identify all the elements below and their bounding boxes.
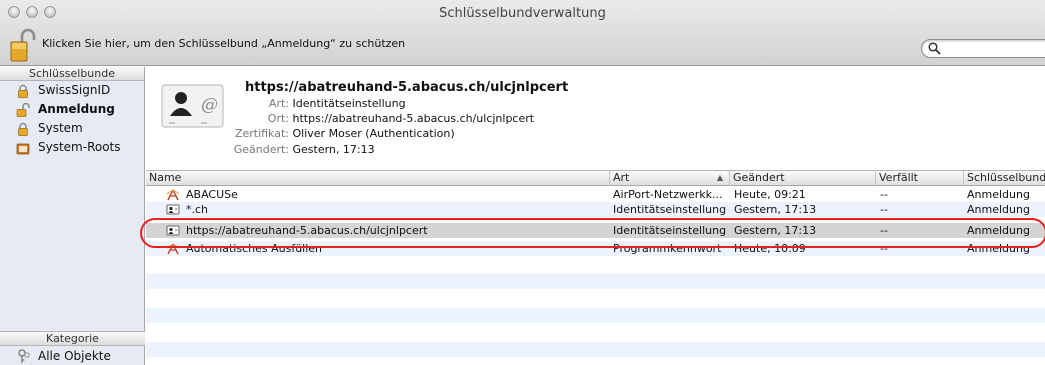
items-table: Name Art ▲ Geändert Verfällt Schlüsselbu…	[146, 171, 1045, 365]
sidebar-item-system-roots[interactable]: System-Roots	[0, 138, 144, 157]
sidebar-item-label: SwissSignID	[38, 83, 111, 97]
sidebar: Schlüsselbunde SwissSignID Anmeldung Sys…	[0, 67, 145, 365]
cell-schluesselbund: Anmeldung	[967, 203, 1030, 216]
sidebar-item-label: Alle Objekte	[38, 349, 111, 363]
cell-schluesselbund: Anmeldung	[967, 242, 1030, 255]
sidebar-item-label: System	[38, 121, 83, 135]
search-icon	[928, 42, 941, 55]
table-row[interactable]: *.ch Identitätseinstellung Gestern, 17:1…	[146, 202, 1045, 217]
cell-name: ABACUSe	[186, 188, 238, 201]
detail-label: Geändert:	[233, 143, 289, 156]
empty-row	[146, 308, 1045, 323]
airport-icon	[166, 243, 180, 255]
lock-icon	[18, 122, 28, 136]
unlocked-padlock-icon[interactable]	[10, 28, 36, 62]
cell-geaendert: Heute, 10:09	[734, 242, 806, 255]
detail-label: Art:	[268, 97, 289, 110]
cell-name: https://abatreuhand-5.abacus.ch/ulcjnlpc…	[186, 224, 428, 237]
detail-title: https://abatreuhand-5.abacus.ch/ulcjnlpc…	[245, 80, 569, 95]
lock-open-icon	[16, 103, 30, 117]
column-header-label: Art	[613, 171, 630, 184]
column-header-art[interactable]: Art ▲	[610, 171, 730, 186]
cell-art: AirPort-Netzwerkk...	[613, 188, 723, 201]
detail-row-geaendert: Geändert: Gestern, 17:13	[231, 143, 375, 156]
sidebar-item-anmeldung[interactable]: Anmeldung	[0, 100, 144, 119]
cell-name: *.ch	[186, 203, 209, 216]
window-titlebar: Schlüsselbundverwaltung Klicken Sie hier…	[0, 0, 1045, 66]
detail-value: https://abatreuhand-5.abacus.ch/ulcjnlpc…	[292, 112, 535, 125]
sidebar-item-label: System-Roots	[38, 140, 121, 154]
keys-icon	[18, 349, 30, 363]
cell-verfaellt: --	[880, 188, 888, 201]
sidebar-item-all-items[interactable]: Alle Objekte	[0, 347, 145, 365]
cell-geaendert: Gestern, 17:13	[734, 224, 817, 237]
lock-keychain-text[interactable]: Klicken Sie hier, um den Schlüsselbund „…	[42, 37, 405, 50]
cell-geaendert: Heute, 09:21	[734, 188, 806, 201]
column-header-verfaellt[interactable]: Verfällt	[876, 171, 964, 186]
identity-icon	[166, 225, 180, 236]
category-header: Kategorie	[0, 331, 145, 346]
cell-geaendert: Gestern, 17:13	[734, 203, 817, 216]
empty-row	[146, 357, 1045, 365]
search-input[interactable]	[921, 39, 1045, 58]
cell-verfaellt: --	[880, 224, 888, 237]
table-row[interactable]: Automatisches Ausfüllen Programmkennwort…	[146, 241, 1045, 256]
sidebar-item-system[interactable]: System	[0, 119, 144, 138]
column-header-name[interactable]: Name	[146, 171, 610, 186]
cell-name: Automatisches Ausfüllen	[186, 242, 323, 255]
folder-icon	[16, 143, 30, 155]
airport-icon	[166, 189, 180, 201]
sidebar-item-swisssignid[interactable]: SwissSignID	[0, 81, 144, 100]
empty-row	[146, 289, 1045, 304]
cell-art: Programmkennwort	[613, 242, 722, 255]
empty-row	[146, 323, 1045, 338]
detail-value: Identitätseinstellung	[292, 97, 406, 110]
column-header-geaendert[interactable]: Geändert	[730, 171, 876, 186]
detail-value: Gestern, 17:13	[292, 143, 375, 156]
cell-schluesselbund: Anmeldung	[967, 188, 1030, 201]
window-title: Schlüsselbundverwaltung	[439, 6, 606, 21]
detail-row-art: Art: Identitätseinstellung	[245, 97, 406, 110]
detail-pane: @ https://abatreuhand-5.abacus.ch/ulcjnl…	[146, 67, 1045, 171]
keychains-header: Schlüsselbunde	[0, 67, 144, 81]
svg-text:@: @	[201, 95, 218, 115]
column-header-schluesselbund[interactable]: Schlüsselbund	[964, 171, 1045, 186]
empty-row	[146, 274, 1045, 289]
sidebar-item-label: Anmeldung	[38, 102, 115, 116]
cell-art: Identitätseinstellung	[613, 224, 727, 237]
identity-icon	[166, 204, 180, 215]
cell-art: Identitätseinstellung	[613, 203, 727, 216]
table-header: Name Art ▲ Geändert Verfällt Schlüsselbu…	[146, 171, 1045, 186]
sort-ascending-icon: ▲	[716, 173, 723, 182]
table-row[interactable]: ABACUSe AirPort-Netzwerkk... Heute, 09:2…	[146, 187, 1045, 202]
cell-verfaellt: --	[880, 203, 888, 216]
table-row-selected[interactable]: https://abatreuhand-5.abacus.ch/ulcjnlpc…	[146, 223, 1045, 238]
detail-row-ort: Ort: https://abatreuhand-5.abacus.ch/ulc…	[245, 112, 534, 125]
detail-value: Oliver Moser (Authentication)	[292, 127, 455, 140]
empty-row	[146, 342, 1045, 357]
lock-icon	[18, 84, 28, 98]
identity-card-icon: @	[161, 84, 224, 128]
detail-label: Zertifikat:	[234, 127, 289, 140]
cell-verfaellt: --	[880, 242, 888, 255]
empty-row	[146, 256, 1045, 271]
detail-row-zertifikat: Zertifikat: Oliver Moser (Authentication…	[231, 127, 455, 140]
cell-schluesselbund: Anmeldung	[967, 224, 1030, 237]
detail-label: Ort:	[267, 112, 289, 125]
